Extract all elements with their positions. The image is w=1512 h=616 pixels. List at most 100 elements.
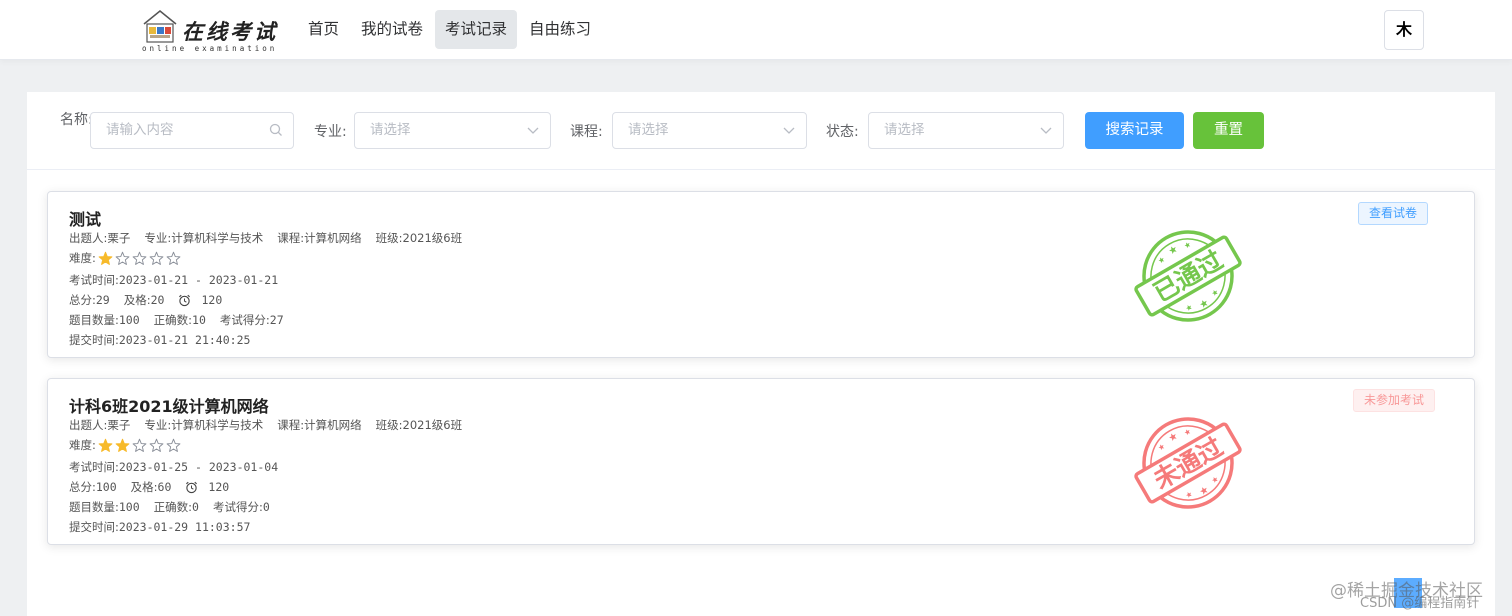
house-logo-icon (143, 10, 177, 43)
main-nav: 首页 我的试卷 考试记录 自由练习 (298, 10, 603, 49)
difficulty-line: 难度: (69, 250, 183, 266)
exam-time-line: 考试时间: 2023-01-21 - 2023-01-21 (69, 272, 278, 288)
creator-label: 出题人: (69, 418, 108, 432)
exam-time-value: 2023-01-25 - 2023-01-04 (118, 460, 279, 474)
star-empty-icon (132, 251, 147, 265)
exam-time-label: 考试时间: (69, 273, 119, 287)
question-count-value: 100 (118, 313, 140, 327)
question-count-label: 题目数量: (69, 313, 119, 327)
name-filter-label: 名称: (60, 112, 93, 128)
not-attended-badge: 未参加考试 (1353, 389, 1436, 412)
difficulty-label: 难度: (69, 438, 96, 452)
major-select[interactable]: 请选择 (354, 112, 551, 149)
passed-stamp: 已通过 (1134, 230, 1242, 322)
filter-bar: 名称: 请输入内容 专业: 请选择 课程: 请选择 状态: 请选择 搜索记录 重… (27, 92, 1495, 170)
star-empty-icon (149, 438, 164, 452)
user-avatar[interactable]: 木 (1384, 10, 1424, 50)
status-select-placeholder: 请选择 (884, 122, 925, 138)
result-line: 题目数量: 100 正确数: 10 考试得分: 27 (69, 312, 284, 328)
duration-value: 120 (208, 480, 230, 494)
major-value: 计算机科学与技术 (171, 231, 264, 245)
exam-time-line: 考试时间: 2023-01-25 - 2023-01-04 (69, 459, 278, 475)
major-value: 计算机科学与技术 (171, 418, 264, 432)
course-value: 计算机网络 (304, 418, 362, 432)
submit-time-value: 2023-01-21 21:40:25 (118, 333, 251, 347)
major-label: 专业: (144, 418, 172, 432)
correct-value: 0 (192, 500, 199, 514)
exam-time-label: 考试时间: (69, 460, 119, 474)
correct-label: 正确数: (153, 500, 193, 514)
star-empty-icon (166, 438, 181, 452)
chevron-down-icon (783, 127, 795, 134)
score-value: 27 (269, 313, 284, 327)
exam-record-card: 测试 出题人: 栗子 专业: 计算机科学与技术 课程: 计算机网络 班级: 2021级6… (47, 191, 1475, 358)
course-select[interactable]: 请选择 (612, 112, 807, 149)
stamp-star-icon (1212, 290, 1218, 296)
logo-title: 在线考试 (182, 19, 278, 44)
course-select-placeholder: 请选择 (628, 122, 669, 138)
score-label: 考试得分: (219, 313, 270, 327)
alarm-clock-icon (186, 481, 198, 493)
stamp-star-icon (1158, 257, 1165, 264)
stamp-star-icon (1158, 444, 1165, 451)
score-label: 考试得分: (212, 500, 263, 514)
nav-my-papers[interactable]: 我的试卷 (351, 10, 433, 49)
submit-time-value: 2023-01-29 11:03:57 (118, 520, 251, 534)
major-filter-label: 专业: (314, 124, 347, 140)
exam-title: 计科6班2021级计算机网络 (69, 397, 269, 416)
star-empty-icon (166, 251, 181, 265)
main-panel: 名称: 请输入内容 专业: 请选择 课程: 请选择 状态: 请选择 搜索记录 重… (27, 92, 1495, 616)
class-value: 2021级6班 (402, 418, 463, 432)
total-label: 总分: (69, 480, 96, 494)
star-filled-icon (98, 438, 113, 452)
name-search-placeholder: 请输入内容 (106, 122, 174, 138)
pass-value: 60 (157, 480, 172, 494)
course-filter-label: 课程: (570, 124, 603, 140)
nav-home[interactable]: 首页 (298, 10, 349, 49)
search-records-button[interactable]: 搜索记录 (1085, 112, 1184, 149)
reset-button[interactable]: 重置 (1193, 112, 1264, 149)
class-label: 班级: (375, 231, 403, 245)
course-label: 课程: (277, 418, 305, 432)
stamp-text: 已通过 (1149, 245, 1228, 308)
exam-record-card: 计科6班2021级计算机网络 出题人: 栗子 专业: 计算机科学与技术 课程: 计算机… (47, 378, 1475, 545)
nav-free-practice[interactable]: 自由练习 (519, 10, 601, 49)
class-label: 班级: (375, 418, 403, 432)
status-filter-label: 状态: (826, 124, 859, 140)
difficulty-line: 难度: (69, 437, 183, 453)
creator-value: 栗子 (107, 231, 131, 245)
creator-value: 栗子 (107, 418, 131, 432)
exam-time-value: 2023-01-21 - 2023-01-21 (118, 273, 279, 287)
submit-time-label: 提交时间: (69, 333, 119, 347)
stamp-star-icon (1169, 433, 1177, 442)
status-select[interactable]: 请选择 (868, 112, 1064, 149)
logo-subtitle: online examination (142, 44, 278, 53)
submit-time-label: 提交时间: (69, 520, 119, 534)
view-paper-button[interactable]: 查看试卷 (1358, 202, 1429, 225)
score-value: 0 (262, 500, 270, 514)
stamp-text: 未通过 (1149, 432, 1228, 495)
stamp-star-icon (1186, 492, 1192, 498)
course-label: 课程: (277, 231, 305, 245)
search-icon (269, 123, 282, 136)
chevron-down-icon (527, 127, 539, 134)
top-header: 在线考试 online examination 首页 我的试卷 考试记录 自由练… (0, 0, 1512, 60)
result-line: 题目数量: 100 正确数: 0 考试得分: 0 (69, 499, 270, 515)
pass-value: 20 (150, 293, 165, 307)
score-settings-line: 总分: 29 及格: 20 120 (69, 292, 222, 308)
exam-meta-line: 出题人: 栗子 专业: 计算机科学与技术 课程: 计算机网络 班级: 2021级6班 (69, 230, 462, 246)
question-count-label: 题目数量: (69, 500, 119, 514)
major-label: 专业: (144, 231, 172, 245)
correct-value: 10 (192, 313, 206, 327)
star-filled-icon (98, 251, 113, 265)
difficulty-label: 难度: (69, 251, 96, 265)
exam-meta-line: 出题人: 栗子 专业: 计算机科学与技术 课程: 计算机网络 班级: 2021级6班 (69, 417, 462, 433)
duration-value: 120 (201, 293, 223, 307)
nav-exam-records[interactable]: 考试记录 (435, 10, 518, 49)
total-value: 100 (95, 480, 117, 494)
course-value: 计算机网络 (304, 231, 362, 245)
site-logo[interactable]: 在线考试 online examination (142, 6, 288, 54)
name-search-input[interactable]: 请输入内容 (90, 112, 294, 149)
star-empty-icon (149, 251, 164, 265)
pass-label: 及格: (130, 480, 158, 494)
